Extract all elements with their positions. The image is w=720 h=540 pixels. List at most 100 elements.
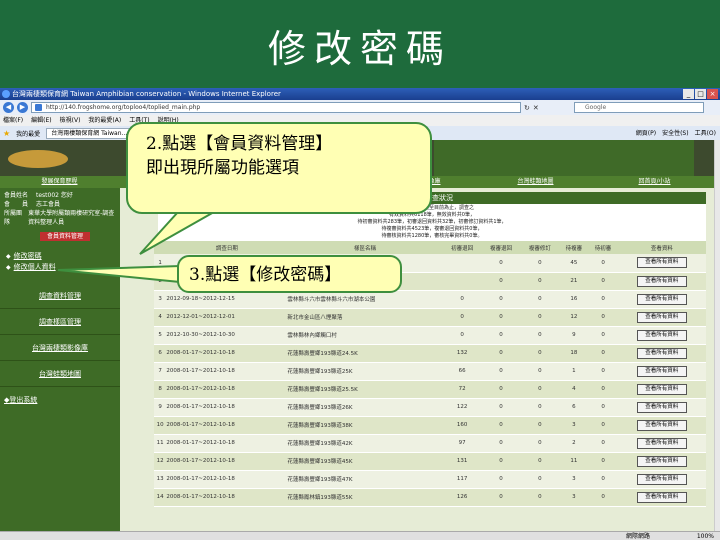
menu-favorites[interactable]: 我的最愛(A) xyxy=(88,115,121,126)
view-all-button[interactable]: 查看所有資料 xyxy=(636,365,687,377)
address-bar: ◀ ▶ http://140.frogshome.org/toploo4/top… xyxy=(0,100,720,115)
window-title: 台灣兩棲類保育網 Taiwan Amphibian conservation -… xyxy=(12,90,281,98)
table-cell: 花蓮縣鳳林鎮193縣道55K xyxy=(287,488,443,507)
back-button[interactable]: ◀ xyxy=(3,102,14,113)
column-header: 複審退回 xyxy=(481,241,521,254)
table-cell: 2008-01-17~2012-10-18 xyxy=(166,470,288,489)
table-cell: 0 xyxy=(588,254,618,273)
table-cell: 66 xyxy=(442,362,482,381)
menu-file[interactable]: 檔案(F) xyxy=(3,115,23,126)
table-cell: 0 xyxy=(588,434,618,453)
forest-image xyxy=(434,140,694,176)
maximize-button[interactable]: □ xyxy=(695,89,706,99)
star-icon[interactable]: ★ xyxy=(3,129,10,138)
menu-edit[interactable]: 編輯(E) xyxy=(31,115,51,126)
minimize-button[interactable]: _ xyxy=(683,89,694,99)
url-input[interactable]: http://140.frogshome.org/toploo4/toplied… xyxy=(31,102,521,113)
sidemenu-image-library[interactable]: 台灣兩棲類影像庫 xyxy=(0,335,120,361)
table-cell: 72 xyxy=(442,380,482,399)
view-all-button[interactable]: 查看所有資料 xyxy=(636,455,687,467)
safety-menu[interactable]: 安全性(S) xyxy=(662,128,689,137)
view-all-button[interactable]: 查看所有資料 xyxy=(636,329,687,341)
table-cell: 4 xyxy=(154,308,167,327)
sidemenu-survey-plots[interactable]: 調查樣區管理 xyxy=(0,309,120,335)
search-input[interactable]: Google xyxy=(574,102,704,113)
view-all-button[interactable]: 查看所有資料 xyxy=(636,383,687,395)
view-all-button[interactable]: 查看所有資料 xyxy=(636,437,687,449)
table-cell: 0 xyxy=(588,326,618,345)
nav-item[interactable]: 發展保育歷程 xyxy=(0,176,119,188)
table-cell: 0 xyxy=(520,326,560,345)
logout-link[interactable]: ◆登出系統 xyxy=(0,395,120,405)
table-cell: 18 xyxy=(559,344,589,363)
main-panel: 目前調查狀況 自2000-03-28起至目前為止，調查之 有效資料共6118筆，… xyxy=(120,188,714,540)
view-all-button[interactable]: 查看所有資料 xyxy=(636,311,687,323)
edit-profile-link[interactable]: ◆ 修改個人資料 xyxy=(6,262,120,273)
diamond-icon: ◆ xyxy=(6,264,11,271)
view-all-button[interactable]: 查看所有資料 xyxy=(636,401,687,413)
sidemenu-survey-data[interactable]: 調查資料管理 xyxy=(0,283,120,309)
table-cell: 9 xyxy=(559,326,589,345)
table-cell: 11 xyxy=(154,434,167,453)
table-cell: 2 xyxy=(154,272,167,291)
view-all-button[interactable]: 查看所有資料 xyxy=(636,491,687,503)
table-cell: 0 xyxy=(588,290,618,309)
zoom-label[interactable]: 100% xyxy=(697,532,714,540)
table-cell: 126 xyxy=(442,488,482,507)
table-cell: 0 xyxy=(588,452,618,471)
table-cell: 2008-01-17~2012-10-18 xyxy=(166,488,288,507)
member-data-button[interactable]: 會員資料管理 xyxy=(40,232,90,241)
view-all-button[interactable]: 查看所有資料 xyxy=(636,473,687,485)
table-cell: 0 xyxy=(481,326,521,345)
view-all-button[interactable]: 查看所有資料 xyxy=(636,347,687,359)
table-cell: 10 xyxy=(154,416,167,435)
table-cell: 0 xyxy=(481,470,521,489)
stop-icon[interactable]: ✕ xyxy=(533,104,539,112)
table-cell: 21 xyxy=(559,272,589,291)
change-password-link[interactable]: ◆ 修改密碼 xyxy=(6,251,120,262)
page-scrollbar[interactable] xyxy=(714,140,720,540)
refresh-icon[interactable]: ↻ xyxy=(524,104,530,112)
view-all-button[interactable]: 查看所有資料 xyxy=(636,293,687,305)
window-titlebar: 台灣兩棲類保育網 Taiwan Amphibian conservation -… xyxy=(0,88,720,100)
table-cell: 6 xyxy=(559,398,589,417)
table-cell: 0 xyxy=(520,452,560,471)
sidemenu-frog-map[interactable]: 台灣蛙類地圖 xyxy=(0,361,120,387)
table-cell: 0 xyxy=(520,272,560,291)
table-cell: 0 xyxy=(520,434,560,453)
table-cell: 2012-10-30~2012-10-30 xyxy=(166,326,288,345)
nav-item[interactable]: 回首頁/小站 xyxy=(595,176,714,188)
table-cell: 132 xyxy=(442,344,482,363)
tools-menu[interactable]: 工具(O) xyxy=(695,128,716,137)
table-cell: 0 xyxy=(481,308,521,327)
close-button[interactable]: × xyxy=(707,89,718,99)
table-cell: 0 xyxy=(481,344,521,363)
ie-icon xyxy=(2,90,10,98)
user-info: 會員姓名 test002 您好 會 員志工會員 所屬團隊 東華大學附屬類兩棲研究室-… xyxy=(4,192,115,226)
favorites-label[interactable]: 我的最愛 xyxy=(16,129,40,138)
column-header: 初審退回 xyxy=(442,241,482,254)
diamond-icon: ◆ xyxy=(6,253,11,260)
table-cell: 0 xyxy=(442,326,482,345)
table-cell: 0 xyxy=(588,470,618,489)
table-row: 8 2008-01-17~2012-10-18 花蓮縣壽豐鄉193縣道25.5K 72… xyxy=(154,380,706,399)
table-cell: 5 xyxy=(154,326,167,345)
page-menu[interactable]: 網頁(P) xyxy=(636,128,656,137)
table-cell: 11 xyxy=(559,452,589,471)
column-header xyxy=(154,241,167,254)
table-cell: 0 xyxy=(520,398,560,417)
menu-view[interactable]: 檢視(V) xyxy=(60,115,81,126)
view-all-button[interactable]: 查看所有資料 xyxy=(636,275,687,287)
table-cell: 0 xyxy=(481,452,521,471)
table-cell: 0 xyxy=(442,308,482,327)
table-cell: 2012-12-01~2012-12-01 xyxy=(166,308,288,327)
table-cell: 0 xyxy=(520,362,560,381)
view-all-button[interactable]: 查看所有資料 xyxy=(636,257,687,269)
view-all-button[interactable]: 查看所有資料 xyxy=(636,419,687,431)
browser-tab[interactable]: 台灣兩棲類保育網 Taiwan... xyxy=(46,127,133,139)
nav-item[interactable]: 台灣蛙類地圖 xyxy=(476,176,595,188)
table-row: 5 2012-10-30~2012-10-30 雲林縣林內鄉觸口村 0 0 0 9 0 查看所有… xyxy=(154,326,706,345)
forward-button[interactable]: ▶ xyxy=(17,102,28,113)
table-cell: 雲林縣林內鄉觸口村 xyxy=(287,326,443,345)
table-cell: 2008-01-17~2012-10-18 xyxy=(166,452,288,471)
